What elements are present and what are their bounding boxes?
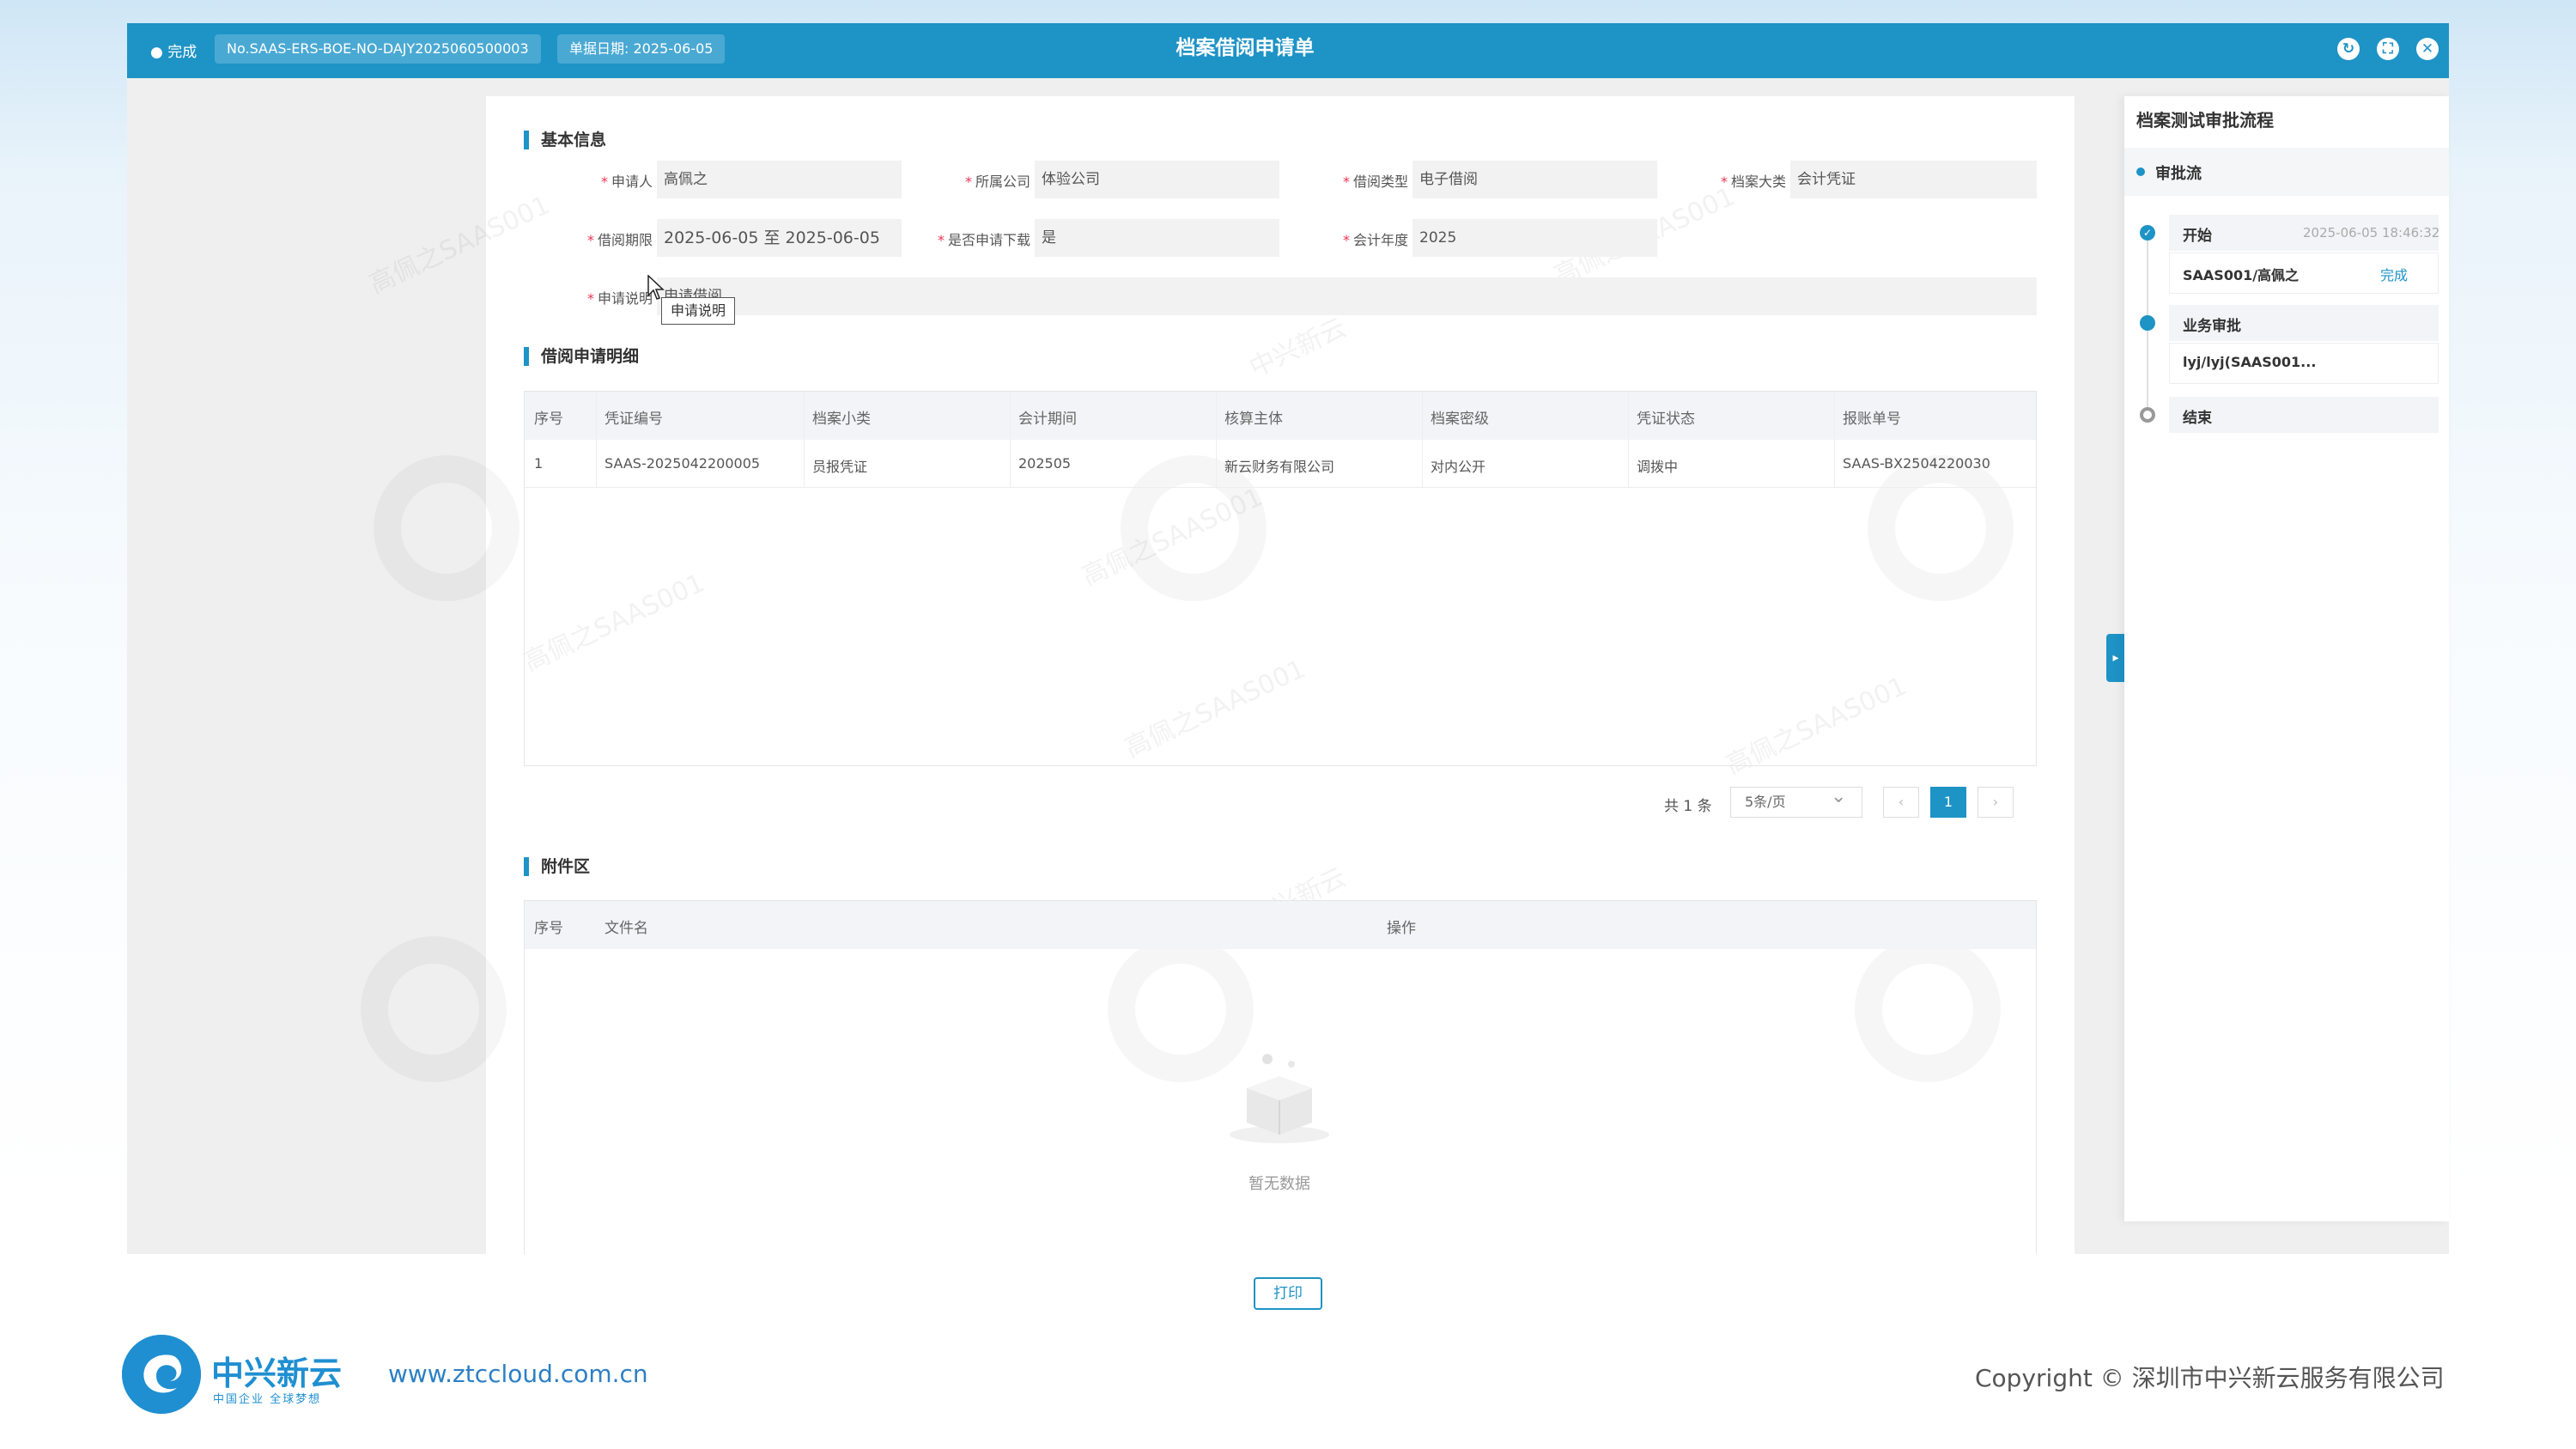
step-name: 结束 [2183,410,2212,427]
archive-category-label: * 档案大类 [1720,174,1786,190]
panel-toggle-button[interactable]: ▸ [2106,634,2125,682]
page-size-value: 5条/页 [1745,794,1786,810]
cell-status: 调拨中 [1637,459,1679,475]
col-header: 序号 [534,411,563,428]
applicant-field[interactable]: 高佩之 [657,161,902,198]
col-header: 报账单号 [1843,411,1901,428]
bullet-icon [2136,167,2145,176]
applicant-label: * 申请人 [600,174,653,190]
company-field[interactable]: 体验公司 [1035,161,1279,198]
col-header: 会计期间 [1018,411,1077,428]
approval-panel-title: 档案测试审批流程 [2136,110,2274,131]
empty-text: 暂无数据 [1249,1175,1310,1193]
watermark-logo [361,936,507,1082]
col-header: 序号 [534,920,563,937]
col-divider [1216,392,1217,488]
download-field[interactable]: 是 [1035,219,1279,257]
col-header: 核算主体 [1224,411,1283,428]
mouse-cursor-icon [647,274,665,304]
col-divider [1422,392,1423,488]
col-header: 档案小类 [812,411,871,428]
end-icon [2140,407,2155,423]
brand-slogan: 中国企业 全球梦想 [213,1393,322,1406]
pagination-total: 共 1 条 [1664,798,1712,815]
period-label: * 借阅期限 [586,232,653,248]
website-link[interactable]: www.ztccloud.com.cn [388,1360,648,1388]
col-header: 凭证编号 [605,411,663,428]
col-divider [1834,392,1835,488]
brand-logo-icon [122,1335,201,1414]
empty-box-icon [1219,1044,1340,1147]
step-user: lyj/lyj(SAAS001... [2183,354,2317,370]
section-title-detail: 借阅申请明细 [524,347,639,366]
status-indicator: ● 完成 [150,44,197,61]
cell-voucher-no: SAAS-2025042200005 [605,455,761,472]
page-1-button[interactable]: 1 [1930,787,1966,818]
page-prev-button[interactable]: ‹ [1883,787,1919,818]
col-divider [596,392,597,488]
archive-category-field[interactable]: 会计凭证 [1790,161,2037,198]
window-title: 档案借阅申请单 [1176,37,1315,59]
col-header: 操作 [1387,920,1416,937]
desc-label: * 申请说明 [586,290,653,307]
download-label: * 是否申请下载 [937,232,1030,248]
watermark-logo [374,455,519,601]
refresh-icon[interactable]: ↻ [2337,38,2360,60]
col-header: 文件名 [605,920,648,937]
desc-tooltip: 申请说明 [661,297,736,325]
desc-field[interactable]: 申请借阅 [657,277,2037,315]
clock-icon [2140,315,2155,331]
borrow-type-field[interactable]: 电子借阅 [1413,161,1657,198]
step-status: 完成 [2380,267,2409,283]
print-button[interactable]: 打印 [1254,1277,1322,1310]
borrow-type-label: * 借阅类型 [1342,174,1408,190]
col-divider [1628,392,1629,488]
step-user: SAAS001/高佩之 [2183,267,2300,283]
section-title-attachments: 附件区 [524,857,590,876]
fiscal-year-label: * 会计年度 [1342,232,1408,248]
page-size-select[interactable]: 5条/页 ⌄ [1730,786,1862,818]
doc-number-chip: No.SAAS-ERS-BOE-NO-DAJY2025060500003 [215,34,541,64]
copyright: Copyright © 深圳市中兴新云服务有限公司 [1975,1364,2445,1392]
cell-subcategory: 员报凭证 [812,459,868,475]
cell-secrecy: 对内公开 [1431,459,1486,475]
cell-expense-no: SAAS-BX2504220030 [1843,455,1990,472]
check-icon: ✓ [2140,225,2155,240]
cell-entity: 新云财务有限公司 [1224,459,1335,475]
fullscreen-icon[interactable]: ⛶ [2377,38,2399,60]
attachment-table-header [525,901,2036,949]
section-title-basic: 基本信息 [524,131,606,149]
step-name: 业务审批 [2183,318,2241,335]
period-field[interactable]: 2025-06-05 至 2025-06-05 [657,219,902,257]
col-divider [1010,392,1011,488]
doc-date-chip: 单据日期: 2025-06-05 [557,34,726,64]
step-time: 2025-06-05 18:46:32 [2303,225,2440,240]
col-header: 档案密级 [1431,411,1489,428]
page-next-button[interactable]: › [1978,787,2014,818]
brand-name: 中兴新云 [211,1355,343,1392]
fiscal-year-field[interactable]: 2025 [1413,219,1657,257]
cell-period: 202505 [1018,455,1072,472]
chevron-down-icon: ⌄ [1831,786,1847,807]
step-name: 开始 [2183,228,2212,245]
flow-subtitle: 审批流 [2155,165,2202,183]
company-label: * 所属公司 [964,174,1030,190]
col-divider [804,392,805,488]
close-icon[interactable]: ✕ [2416,38,2439,60]
cell-index: 1 [534,455,544,472]
col-header: 凭证状态 [1637,411,1695,428]
